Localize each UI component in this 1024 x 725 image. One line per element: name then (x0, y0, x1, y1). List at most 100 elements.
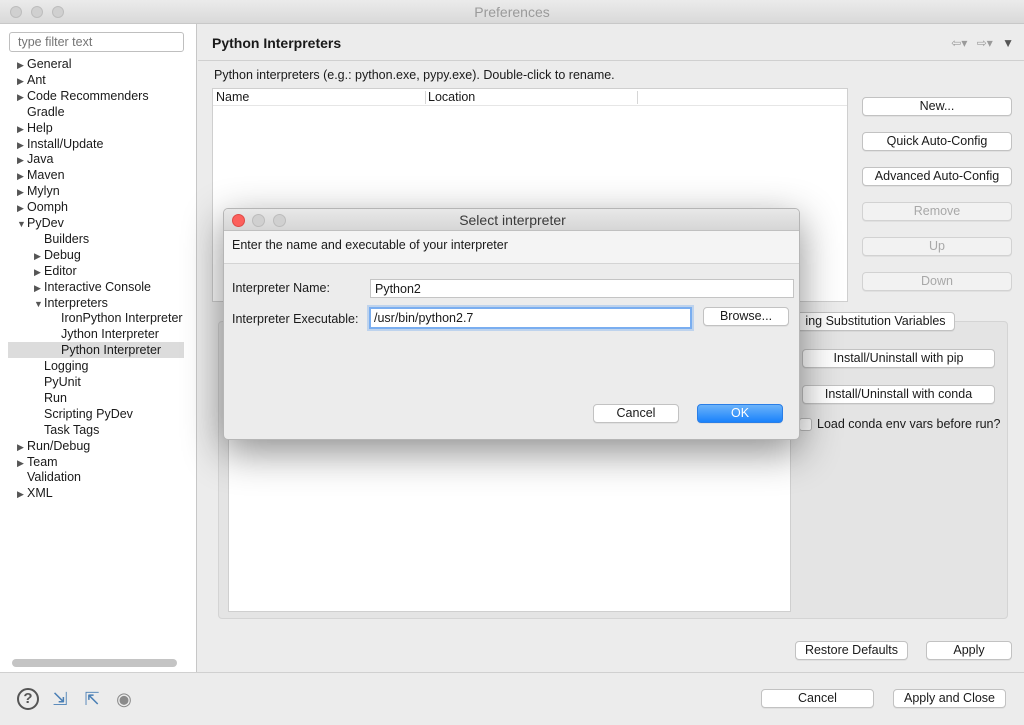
tree-item[interactable]: ▶ Java (17, 151, 53, 167)
page-description: Python interpreters (e.g.: python.exe, p… (214, 68, 615, 82)
install-conda-button[interactable]: Install/Uninstall with conda (802, 385, 995, 404)
tree-item[interactable]: Gradle (17, 104, 65, 120)
forward-arrow-icon[interactable]: ⇨▾ (977, 36, 993, 50)
record-icon[interactable]: ◉ (113, 688, 135, 710)
tree-item[interactable]: ▶ Code Recommenders (17, 88, 149, 104)
tree-item-label: Builders (44, 231, 90, 246)
back-arrow-icon[interactable]: ⇦▾ (951, 36, 967, 50)
tree-item[interactable]: ▶ General (17, 56, 71, 72)
tree-item[interactable]: ▶ Install/Update (17, 136, 103, 152)
tree-item-label: IronPython Interpreter (61, 311, 183, 326)
collapsed-triangle-icon[interactable]: ▶ (17, 455, 27, 471)
collapsed-triangle-icon[interactable]: ▶ (17, 200, 27, 216)
tree-item-label: Java (27, 152, 54, 167)
tree-item[interactable]: Builders (34, 231, 89, 247)
tree-item-label: Task Tags (44, 422, 100, 437)
tree-item[interactable]: ▶ Oomph (17, 199, 68, 215)
collapsed-triangle-icon[interactable]: ▶ (34, 280, 44, 296)
dialog-ok-button[interactable]: OK (697, 404, 783, 423)
collapsed-triangle-icon[interactable]: ▶ (17, 486, 27, 502)
tree-item[interactable]: PyUnit (34, 374, 81, 390)
cancel-button[interactable]: Cancel (761, 689, 874, 708)
import-icon[interactable]: ⇲ (49, 688, 71, 710)
tree-item[interactable]: Task Tags (34, 422, 99, 438)
restore-defaults-button[interactable]: Restore Defaults (795, 641, 908, 660)
interpreter-executable-input[interactable] (369, 307, 692, 329)
collapsed-triangle-icon[interactable]: ▶ (17, 168, 27, 184)
tree-item[interactable]: ▶ Interactive Console (34, 279, 151, 295)
filter-input[interactable] (9, 32, 184, 52)
new-button[interactable]: New... (862, 97, 1012, 116)
tree-item-label: Validation (27, 470, 81, 485)
tab-string-substitution-variables[interactable]: ing Substitution Variables (796, 312, 955, 331)
column-header-name[interactable]: Name (213, 89, 425, 106)
tree-item[interactable]: ▶ Team (17, 454, 58, 470)
window-minimize-button[interactable] (31, 6, 43, 18)
tree-item-label: XML (27, 486, 53, 501)
collapsed-triangle-icon[interactable]: ▶ (34, 264, 44, 280)
tree-item[interactable]: ▶ Debug (34, 247, 81, 263)
interpreter-name-input[interactable] (370, 279, 794, 298)
dialog-cancel-button[interactable]: Cancel (593, 404, 679, 423)
collapsed-triangle-icon[interactable]: ▶ (17, 137, 27, 153)
tree-item[interactable]: Logging (34, 358, 89, 374)
tree-item[interactable]: ▶ Mylyn (17, 183, 60, 199)
collapsed-triangle-icon[interactable]: ▶ (17, 57, 27, 73)
tree-item-label: Interpreters (44, 295, 108, 310)
apply-and-close-button[interactable]: Apply and Close (893, 689, 1006, 708)
load-conda-env-label: Load conda env vars before run? (817, 417, 1001, 431)
tree-item[interactable]: ▶ Help (17, 120, 53, 136)
up-button[interactable]: Up (862, 237, 1012, 256)
advanced-auto-config-button[interactable]: Advanced Auto-Config (862, 167, 1012, 186)
tree-item[interactable]: ▶ Maven (17, 167, 65, 183)
dialog-title: Select interpreter (459, 212, 566, 228)
collapsed-triangle-icon[interactable]: ▶ (17, 121, 27, 137)
window-close-button[interactable] (10, 6, 22, 18)
tree-item[interactable]: Scripting PyDev (34, 406, 133, 422)
dialog-close-button[interactable] (232, 214, 245, 227)
collapsed-triangle-icon[interactable]: ▶ (17, 439, 27, 455)
sidebar-horizontal-scrollbar[interactable] (12, 659, 177, 667)
expanded-triangle-icon[interactable]: ▼ (17, 216, 27, 232)
collapsed-triangle-icon[interactable]: ▶ (17, 152, 27, 168)
view-menu-icon[interactable]: ▼ (1002, 36, 1014, 50)
tree-item-label: Editor (44, 263, 77, 278)
tree-item-label: Debug (44, 247, 81, 262)
load-conda-env-checkbox[interactable] (799, 418, 812, 431)
export-icon[interactable]: ⇱ (81, 688, 103, 710)
tree-item[interactable]: ▼PyDev (17, 215, 64, 231)
remove-button[interactable]: Remove (862, 202, 1012, 221)
collapsed-triangle-icon[interactable]: ▶ (17, 89, 27, 105)
collapsed-triangle-icon[interactable]: ▶ (17, 184, 27, 200)
window-zoom-button[interactable] (52, 6, 64, 18)
libraries-list[interactable] (228, 428, 791, 612)
select-interpreter-dialog: Select interpreter Enter the name and ex… (223, 208, 800, 440)
tree-item[interactable]: ▶ XML (17, 485, 53, 501)
down-button[interactable]: Down (862, 272, 1012, 291)
tree-item[interactable]: ▶ Editor (34, 263, 77, 279)
tree-item[interactable]: Validation (17, 469, 81, 485)
quick-auto-config-button[interactable]: Quick Auto-Config (862, 132, 1012, 151)
tree-item-label: Install/Update (27, 136, 104, 151)
tree-item-label: Help (27, 120, 53, 135)
tree-item[interactable]: ▶ Ant (17, 72, 46, 88)
tree-item-label: PyUnit (44, 375, 81, 389)
install-pip-button[interactable]: Install/Uninstall with pip (802, 349, 995, 368)
browse-button[interactable]: Browse... (703, 307, 789, 326)
tree-item[interactable]: ▼Interpreters (34, 295, 108, 311)
collapsed-triangle-icon[interactable]: ▶ (34, 248, 44, 264)
window-title: Preferences (474, 4, 550, 20)
expanded-triangle-icon[interactable]: ▼ (34, 296, 44, 312)
collapsed-triangle-icon[interactable]: ▶ (17, 73, 27, 89)
tree-item[interactable]: Jython Interpreter (51, 326, 159, 342)
tree-item[interactable]: Python Interpreter (8, 342, 184, 359)
apply-button[interactable]: Apply (926, 641, 1012, 660)
tree-item[interactable]: IronPython Interpreter (51, 310, 183, 326)
column-header-location[interactable]: Location (425, 89, 637, 106)
tree-item-label: Run/Debug (27, 438, 91, 453)
help-icon[interactable]: ? (17, 688, 39, 710)
tree-item[interactable]: Run (34, 390, 67, 406)
tree-item[interactable]: ▶ Run/Debug (17, 438, 90, 454)
preferences-sidebar: ▶General▶Ant▶Code RecommendersGradle▶Hel… (0, 24, 197, 672)
tree-item-label: Jython Interpreter (61, 327, 159, 342)
